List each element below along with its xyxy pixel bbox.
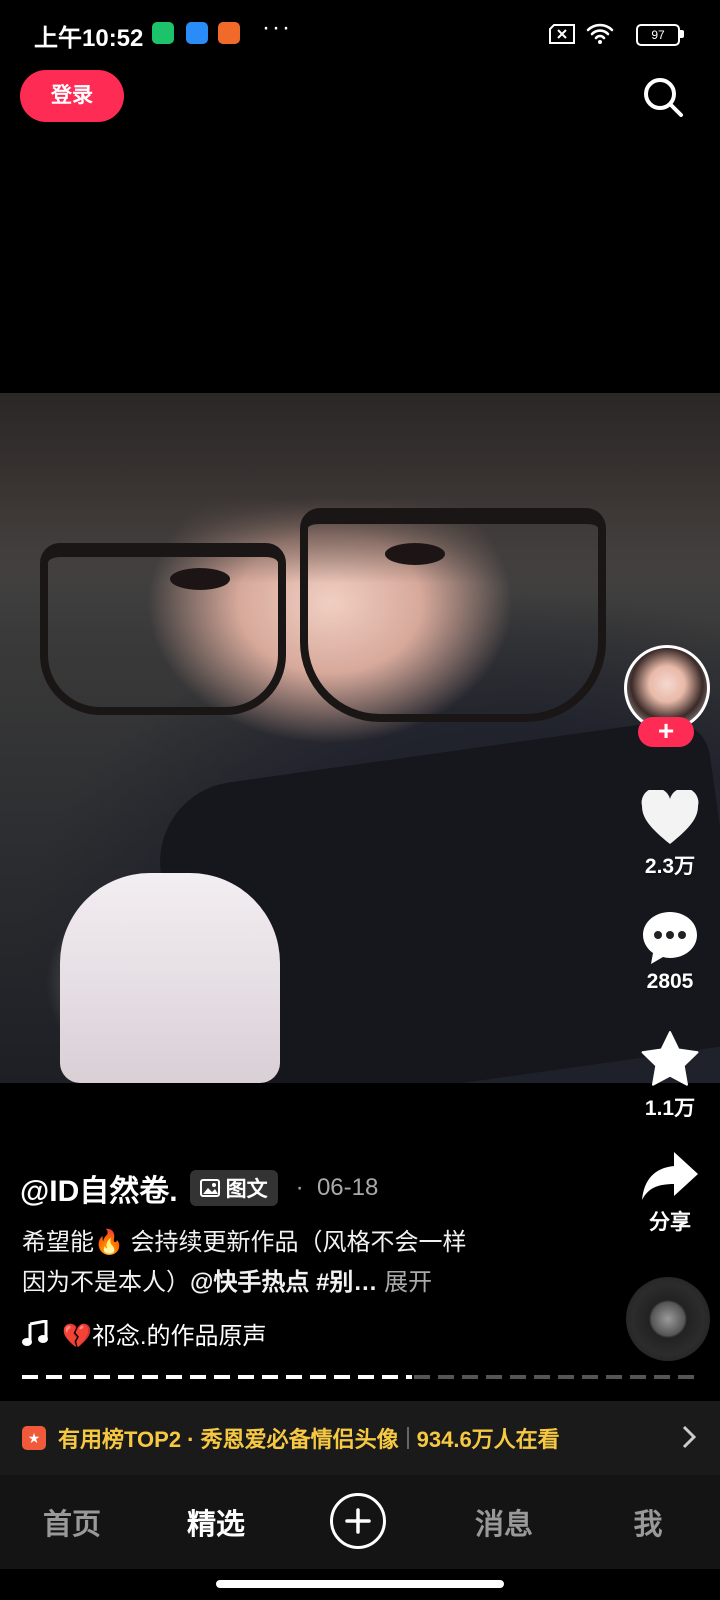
photo-glasses-left [40,543,286,715]
favorite-count: 1.1万 [644,1097,696,1120]
more-notifications-icon: ··· [262,14,292,41]
nav-featured[interactable]: 精选 [156,1501,276,1543]
viewer-count: 934.6万人在看 [416,1427,560,1452]
photo-progress-bar [22,1375,702,1379]
post-description[interactable]: 希望能🔥 会持续更新作品（风格不会一样 因为不是本人）@快手热点 #别… 展开 [22,1223,542,1303]
post-type-badge: 图文 [189,1170,278,1206]
expand-button[interactable]: 展开 [384,1269,432,1296]
create-post-button[interactable] [330,1493,386,1549]
chevron-right-icon [682,1425,696,1449]
star-icon [641,1031,699,1086]
status-bar: 上午10:52 ··· 97 [0,0,720,70]
music-row[interactable]: 💔祁念.的作品原声 [22,1316,267,1351]
photo-glasses-right [300,508,606,722]
music-disc[interactable] [626,1277,710,1361]
post-type-label: 图文 [225,1178,268,1201]
home-indicator[interactable] [216,1580,504,1588]
chat-app-icon [186,22,208,44]
date-value: 06-18 [316,1174,379,1201]
desc-line-2: 因为不是本人）@快手热点 #别… 展开 [22,1263,542,1303]
author-name[interactable]: @ID自然卷. [20,1166,178,1210]
nav-me[interactable]: 我 [588,1501,708,1543]
shield-app-icon [152,22,174,44]
nav-home[interactable]: 首页 [12,1501,132,1543]
like-button[interactable]: 2.3万 [620,790,720,880]
kuaishou-app-icon [218,22,240,44]
image-icon [199,1179,220,1197]
comment-count: 2805 [646,970,694,993]
desc-line-1: 希望能🔥 会持续更新作品（风格不会一样 [22,1229,467,1256]
follow-button[interactable]: + [638,717,694,747]
music-note-icon [22,1319,48,1346]
post-date: · 06-18 [296,1174,379,1202]
login-button[interactable]: 登录 [20,70,124,122]
desc-text: 因为不是本人） [22,1269,190,1296]
author-row: @ID自然卷. 图文 · 06-18 [20,1166,378,1210]
comment-icon [643,912,697,964]
banner-divider [406,1427,409,1449]
wifi-icon [586,23,614,44]
like-count: 2.3万 [644,855,696,878]
battery-tip [680,30,684,38]
date-separator: · [295,1174,304,1201]
comment-button[interactable]: 2805 [620,910,720,994]
photo-hand [60,873,280,1083]
share-button[interactable]: 分享 [620,1150,720,1236]
hashtag-link[interactable]: #别… [316,1269,377,1296]
post-photo[interactable] [0,393,720,1083]
trending-banner[interactable]: ★ 有用榜TOP2 · 秀恩爱必备情侣头像 934.6万人在看 [0,1401,720,1475]
share-label: 分享 [649,1211,691,1234]
heart-icon [641,790,699,844]
bottom-nav: 首页 精选 消息 我 [0,1475,720,1569]
no-sim-icon [549,24,575,44]
trending-badge-icon: ★ [22,1426,46,1450]
mention-link[interactable]: @快手热点 [190,1269,309,1296]
battery-icon: 97 [636,24,680,46]
music-title: 💔祁念.的作品原声 [62,1323,267,1350]
plus-icon [345,1508,371,1534]
share-icon [642,1152,698,1200]
favorite-button[interactable]: 1.1万 [620,1030,720,1122]
status-time: 上午10:52 [34,25,144,52]
trending-text: 有用榜TOP2 · 秀恩爱必备情侣头像 [58,1427,399,1452]
nav-messages[interactable]: 消息 [444,1501,564,1543]
search-icon[interactable] [640,74,686,120]
